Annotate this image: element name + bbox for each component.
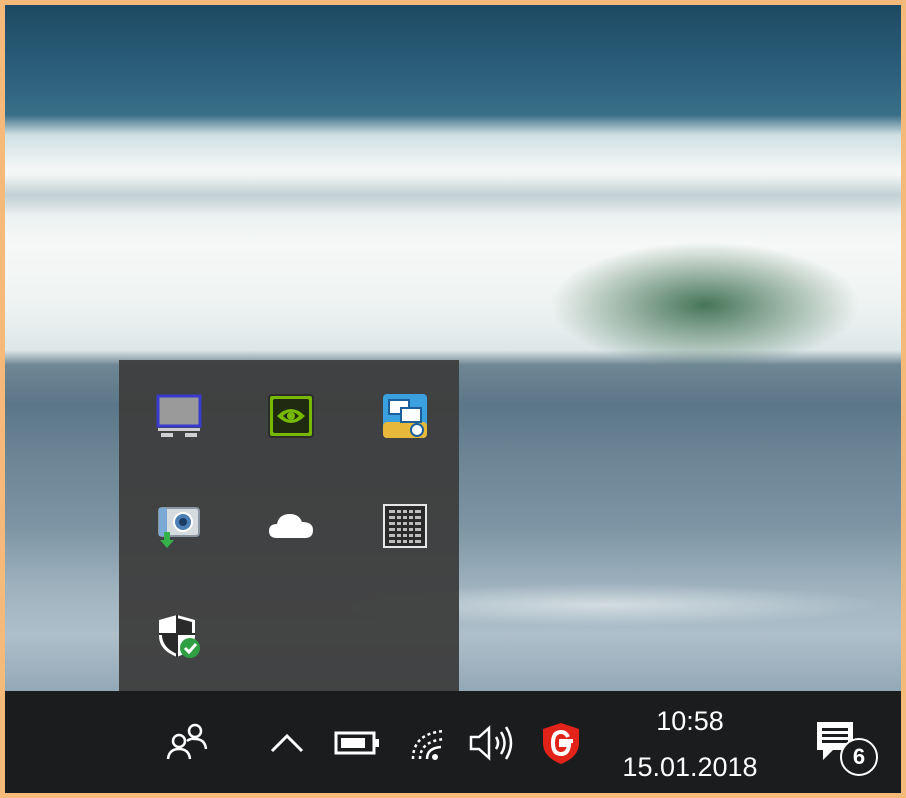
notification-count-badge: 6: [840, 738, 878, 776]
onedrive-cloud-icon[interactable]: [267, 502, 315, 550]
clock-time: 10:58: [656, 706, 724, 736]
display-settings-icon[interactable]: [155, 392, 203, 440]
taskbar: 10:58 15.01.2018 6: [5, 691, 901, 793]
windows-defender-icon[interactable]: [155, 612, 203, 660]
keyboard-panel-icon[interactable]: [381, 502, 429, 550]
wave-shadow: [5, 175, 901, 215]
taskbar-clock[interactable]: 10:58 15.01.2018: [605, 701, 775, 785]
people-icon[interactable]: [165, 719, 209, 763]
tray-overflow-flyout: [119, 360, 459, 691]
network-monitor-icon[interactable]: [381, 392, 429, 440]
nvidia-icon[interactable]: [267, 392, 315, 440]
speaker-icon[interactable]: [467, 723, 521, 763]
clock-date: 15.01.2018: [622, 752, 758, 782]
screen: 10:58 15.01.2018 6: [5, 5, 901, 793]
photo-import-icon[interactable]: [155, 502, 203, 550]
gdata-shield-icon[interactable]: [539, 721, 583, 765]
chevron-up-icon[interactable]: [267, 727, 307, 757]
wifi-icon[interactable]: [405, 723, 453, 763]
battery-icon[interactable]: [333, 729, 381, 757]
